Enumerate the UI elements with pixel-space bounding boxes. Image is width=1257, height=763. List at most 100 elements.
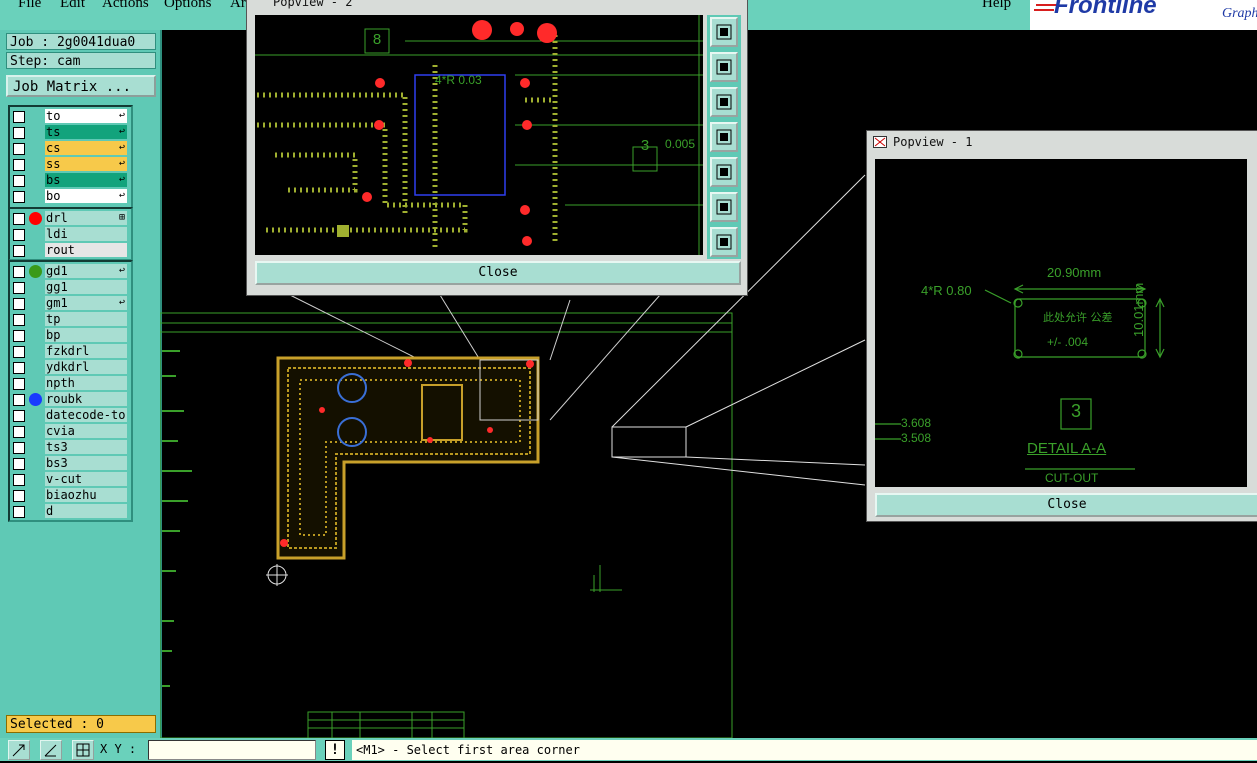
popview-1-close-button[interactable]: Close	[875, 493, 1257, 517]
job-matrix-button[interactable]: Job Matrix ...	[6, 75, 156, 97]
layer-checkbox[interactable]	[13, 282, 25, 294]
layer-row[interactable]: datecode-to	[10, 408, 128, 423]
layer-row[interactable]: ts3	[10, 440, 128, 455]
layer-checkbox[interactable]	[13, 346, 25, 358]
layer-row[interactable]: drl ⊞	[10, 211, 128, 226]
layer-row[interactable]: ss ↩	[10, 157, 128, 172]
zoom-home-button[interactable]	[710, 17, 738, 47]
layer-name[interactable]: ts3	[45, 440, 127, 454]
layer-row[interactable]: gd1 ↩	[10, 264, 128, 279]
layer-checkbox[interactable]	[13, 394, 25, 406]
layer-name[interactable]: tp	[45, 312, 127, 326]
layer-checkbox[interactable]	[13, 458, 25, 470]
layer-name[interactable]: cvia	[45, 424, 127, 438]
pan-left-button[interactable]	[710, 122, 738, 152]
zoom-area-button[interactable]	[8, 740, 30, 760]
layer-row[interactable]: d	[10, 504, 128, 519]
layer-row[interactable]: v-cut	[10, 472, 128, 487]
center-button[interactable]	[710, 227, 738, 257]
layer-row[interactable]: ldi	[10, 227, 128, 242]
layer-row[interactable]: biaozhu	[10, 488, 128, 503]
layer-name[interactable]: drl ⊞	[45, 211, 127, 225]
layer-name[interactable]: npth	[45, 376, 127, 390]
layer-row[interactable]: to ↩	[10, 109, 128, 124]
layer-color-dot-icon	[29, 265, 42, 278]
layer-checkbox[interactable]	[13, 143, 25, 155]
layer-checkbox[interactable]	[13, 175, 25, 187]
layer-name[interactable]: v-cut	[45, 472, 127, 486]
layer-name[interactable]: bs3	[45, 456, 127, 470]
layer-checkbox[interactable]	[13, 111, 25, 123]
layer-affected-icon: ↩	[118, 174, 125, 185]
layer-row[interactable]: gg1	[10, 280, 128, 295]
layer-checkbox[interactable]	[13, 266, 25, 278]
alert-button[interactable]: !	[325, 740, 345, 760]
layer-row[interactable]: ydkdrl	[10, 360, 128, 375]
zoom-out-button[interactable]	[710, 87, 738, 117]
layer-name[interactable]: d	[45, 504, 127, 518]
layer-row[interactable]: roubk	[10, 392, 128, 407]
layer-name[interactable]: ts ↩	[45, 125, 127, 139]
layer-checkbox[interactable]	[13, 159, 25, 171]
layer-checkbox[interactable]	[13, 298, 25, 310]
layer-name[interactable]: bs ↩	[45, 173, 127, 187]
layer-name[interactable]: gm1 ↩	[45, 296, 127, 310]
layer-row[interactable]: npth	[10, 376, 128, 391]
layer-checkbox[interactable]	[13, 378, 25, 390]
grid-button[interactable]	[72, 740, 94, 760]
layer-name[interactable]: ydkdrl	[45, 360, 127, 374]
layer-row[interactable]: rout	[10, 243, 128, 258]
layer-name[interactable]: fzkdrl	[45, 344, 127, 358]
layer-row[interactable]: bs3	[10, 456, 128, 471]
layer-name[interactable]: gd1 ↩	[45, 264, 127, 278]
layer-row[interactable]: gm1 ↩	[10, 296, 128, 311]
layer-row[interactable]: bp	[10, 328, 128, 343]
layer-row[interactable]: cs ↩	[10, 141, 128, 156]
menu-file[interactable]: File	[18, 0, 41, 12]
fit-button[interactable]	[710, 192, 738, 222]
layer-checkbox[interactable]	[13, 229, 25, 241]
layer-checkbox[interactable]	[13, 127, 25, 139]
layer-name[interactable]: gg1	[45, 280, 127, 294]
layer-row[interactable]: bs ↩	[10, 173, 128, 188]
layer-checkbox[interactable]	[13, 191, 25, 203]
menu-options[interactable]: Options	[164, 0, 212, 12]
layer-checkbox[interactable]	[13, 314, 25, 326]
layer-name[interactable]: biaozhu	[45, 488, 127, 502]
layer-checkbox[interactable]	[13, 330, 25, 342]
layer-name[interactable]: to ↩	[45, 109, 127, 123]
layer-checkbox[interactable]	[13, 442, 25, 454]
menu-edit[interactable]: Edit	[60, 0, 85, 12]
layer-name[interactable]: ldi	[45, 227, 127, 241]
layer-name[interactable]: datecode-to	[45, 408, 127, 422]
menu-ar[interactable]: Ar	[230, 0, 246, 12]
layer-row[interactable]: ts ↩	[10, 125, 128, 140]
layer-name[interactable]: bp	[45, 328, 127, 342]
layer-name[interactable]: rout	[45, 243, 127, 257]
layer-checkbox[interactable]	[13, 506, 25, 518]
layer-checkbox[interactable]	[13, 426, 25, 438]
layer-checkbox[interactable]	[13, 410, 25, 422]
layer-row[interactable]: cvia	[10, 424, 128, 439]
popview-2-close-button[interactable]: Close	[255, 261, 741, 285]
tool-table	[307, 711, 465, 738]
layer-name[interactable]: ss ↩	[45, 157, 127, 171]
layer-row[interactable]: bo ↩	[10, 189, 128, 204]
layer-checkbox[interactable]	[13, 490, 25, 502]
layer-checkbox[interactable]	[13, 474, 25, 486]
menu-actions[interactable]: Actions	[102, 0, 149, 12]
layer-row[interactable]: tp	[10, 312, 128, 327]
popview-2-view[interactable]	[255, 15, 703, 255]
xy-input[interactable]	[148, 740, 316, 760]
layer-checkbox[interactable]	[13, 213, 25, 225]
layer-checkbox[interactable]	[13, 362, 25, 374]
zoom-in-button[interactable]	[710, 52, 738, 82]
layer-row[interactable]: fzkdrl	[10, 344, 128, 359]
pan-right-button[interactable]	[710, 157, 738, 187]
layer-name[interactable]: roubk	[45, 392, 127, 406]
measure-button[interactable]	[40, 740, 62, 760]
layer-name[interactable]: cs ↩	[45, 141, 127, 155]
menu-help[interactable]: Help	[982, 0, 1011, 12]
layer-checkbox[interactable]	[13, 245, 25, 257]
layer-name[interactable]: bo ↩	[45, 189, 127, 203]
